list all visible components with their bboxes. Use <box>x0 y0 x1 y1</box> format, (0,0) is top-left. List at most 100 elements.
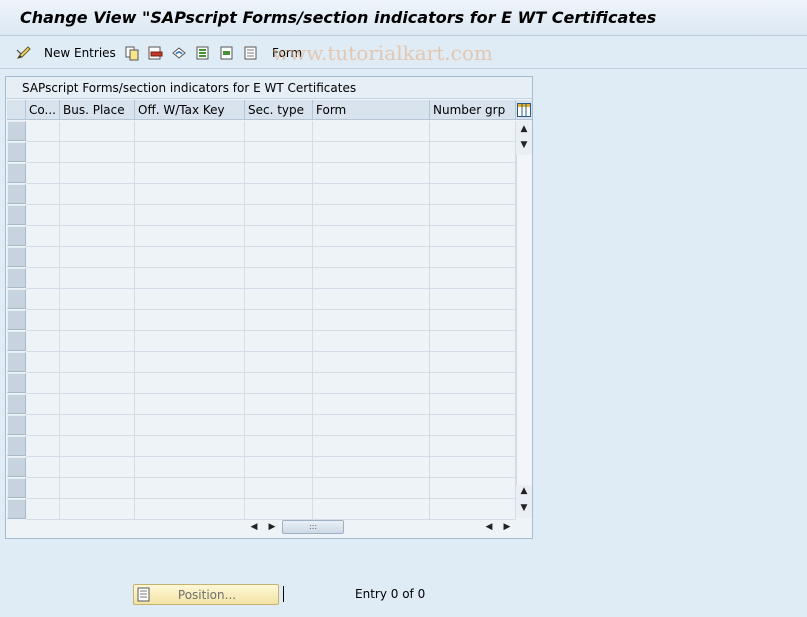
select-block-button[interactable] <box>219 44 235 62</box>
table-cell[interactable] <box>26 352 60 373</box>
form-button[interactable]: Form <box>272 44 302 62</box>
table-cell[interactable] <box>430 499 516 520</box>
table-cell[interactable] <box>313 163 430 184</box>
horizontal-scrollbar[interactable]: ◀ ▶ ::: ◀ ▶ <box>246 518 516 536</box>
table-cell[interactable] <box>313 373 430 394</box>
table-cell[interactable] <box>60 457 135 478</box>
table-cell[interactable] <box>313 310 430 331</box>
table-cell[interactable] <box>430 205 516 226</box>
table-cell[interactable] <box>430 289 516 310</box>
table-cell[interactable] <box>313 247 430 268</box>
table-cell[interactable] <box>430 352 516 373</box>
table-cell[interactable] <box>135 478 245 499</box>
row-selector[interactable] <box>7 331 26 351</box>
table-cell[interactable] <box>245 142 313 163</box>
table-cell[interactable] <box>26 499 60 520</box>
scroll-page-down-icon[interactable]: ▼ <box>516 500 532 516</box>
table-cell[interactable] <box>313 331 430 352</box>
table-cell[interactable] <box>245 163 313 184</box>
table-cell[interactable] <box>135 163 245 184</box>
table-cell[interactable] <box>313 268 430 289</box>
table-cell[interactable] <box>430 394 516 415</box>
table-cell[interactable] <box>313 226 430 247</box>
table-cell[interactable] <box>60 226 135 247</box>
table-cell[interactable] <box>430 121 516 142</box>
row-selector[interactable] <box>7 373 26 393</box>
scroll-left-icon[interactable]: ◀ <box>246 519 262 535</box>
row-selector[interactable] <box>7 499 26 519</box>
table-cell[interactable] <box>60 499 135 520</box>
table-cell[interactable] <box>245 184 313 205</box>
table-cell[interactable] <box>313 142 430 163</box>
select-all-rows-corner[interactable] <box>7 100 26 120</box>
table-cell[interactable] <box>245 457 313 478</box>
table-cell[interactable] <box>135 289 245 310</box>
scroll-end-right-icon[interactable]: ▶ <box>499 519 515 535</box>
table-cell[interactable] <box>430 310 516 331</box>
table-cell[interactable] <box>313 205 430 226</box>
table-cell[interactable] <box>313 436 430 457</box>
table-cell[interactable] <box>60 268 135 289</box>
column-header-section-type[interactable]: Sec. type <box>245 100 313 120</box>
table-cell[interactable] <box>135 268 245 289</box>
table-cell[interactable] <box>313 352 430 373</box>
vertical-scrollbar[interactable]: ▲ ▼ ▲ ▼ <box>516 121 532 518</box>
table-cell[interactable] <box>26 247 60 268</box>
table-cell[interactable] <box>26 478 60 499</box>
table-cell[interactable] <box>430 415 516 436</box>
table-cell[interactable] <box>60 121 135 142</box>
horizontal-scroll-thumb[interactable]: ::: <box>282 520 344 534</box>
table-cell[interactable] <box>60 205 135 226</box>
row-selector[interactable] <box>7 205 26 225</box>
table-cell[interactable] <box>245 289 313 310</box>
table-cell[interactable] <box>245 436 313 457</box>
table-cell[interactable] <box>60 310 135 331</box>
table-cell[interactable] <box>135 394 245 415</box>
table-cell[interactable] <box>60 373 135 394</box>
table-cell[interactable] <box>245 247 313 268</box>
position-button[interactable]: Position... <box>133 584 279 605</box>
table-cell[interactable] <box>135 247 245 268</box>
table-cell[interactable] <box>60 247 135 268</box>
table-cell[interactable] <box>313 415 430 436</box>
table-cell[interactable] <box>26 394 60 415</box>
table-cell[interactable] <box>26 373 60 394</box>
vertical-scroll-track[interactable] <box>516 155 532 485</box>
column-header-form[interactable]: Form <box>313 100 430 120</box>
table-cell[interactable] <box>135 142 245 163</box>
table-cell[interactable] <box>60 184 135 205</box>
table-cell[interactable] <box>430 247 516 268</box>
table-cell[interactable] <box>60 142 135 163</box>
table-cell[interactable] <box>430 163 516 184</box>
column-header-number-group[interactable]: Number grp <box>430 100 516 120</box>
table-cell[interactable] <box>26 436 60 457</box>
table-cell[interactable] <box>245 121 313 142</box>
scroll-end-left-icon[interactable]: ◀ <box>481 519 497 535</box>
table-cell[interactable] <box>245 331 313 352</box>
table-cell[interactable] <box>313 394 430 415</box>
table-cell[interactable] <box>313 499 430 520</box>
table-cell[interactable] <box>135 184 245 205</box>
edit-toggle-button[interactable] <box>16 44 32 62</box>
row-selector[interactable] <box>7 184 26 204</box>
table-cell[interactable] <box>135 226 245 247</box>
table-cell[interactable] <box>135 373 245 394</box>
table-cell[interactable] <box>26 163 60 184</box>
row-selector[interactable] <box>7 163 26 183</box>
table-cell[interactable] <box>430 436 516 457</box>
row-selector[interactable] <box>7 289 26 309</box>
row-selector[interactable] <box>7 436 26 456</box>
table-cell[interactable] <box>135 499 245 520</box>
scroll-up-icon[interactable]: ▼ <box>516 137 532 153</box>
table-cell[interactable] <box>245 373 313 394</box>
scroll-right-icon[interactable]: ▶ <box>264 519 280 535</box>
table-cell[interactable] <box>135 121 245 142</box>
table-cell[interactable] <box>135 457 245 478</box>
select-all-button[interactable] <box>195 44 211 62</box>
table-cell[interactable] <box>430 478 516 499</box>
row-selector[interactable] <box>7 394 26 414</box>
row-selector[interactable] <box>7 268 26 288</box>
table-cell[interactable] <box>430 226 516 247</box>
row-selector[interactable] <box>7 478 26 498</box>
undo-button[interactable] <box>171 44 187 62</box>
